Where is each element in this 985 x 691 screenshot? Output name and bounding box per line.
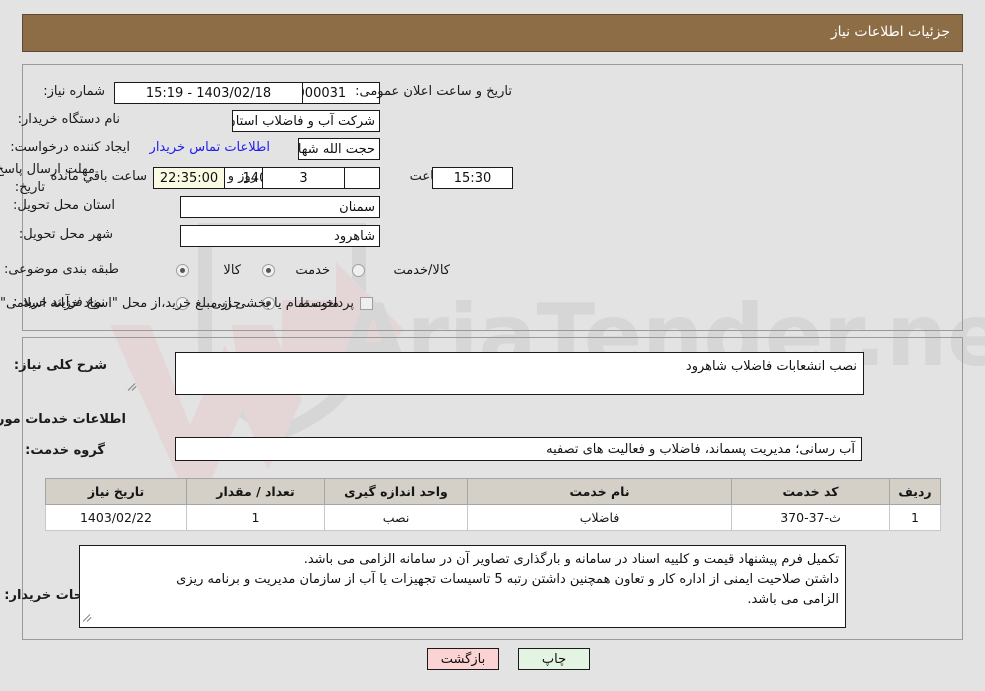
- page-root: AriaTender.net جزئیات اطلاعات نیاز شماره…: [0, 0, 985, 691]
- print-button[interactable]: چاپ: [518, 648, 590, 670]
- buyer-org-label: نام دستگاه خریدار:: [17, 112, 120, 127]
- cell-quantity: 1: [186, 504, 325, 531]
- buyer-notes-line-3: الزامی می باشد.: [747, 592, 839, 608]
- announce-datetime-value: 1403/02/18 - 15:19: [114, 82, 303, 104]
- service-group-label: گروه خدمت:: [25, 443, 105, 458]
- table-row: 1 ث-37-370 فاضلاب نصب 1 1403/02/22: [45, 504, 941, 531]
- treasury-bonds-label: پرداخت تمام یا بخشی از مبلغ خرید،از محل …: [0, 296, 354, 311]
- remaining-time-label: ساعت باقي مانده: [50, 169, 147, 184]
- buyer-notes-line-1: تکمیل فرم پیشنهاد قیمت و کلییه اسناد در …: [303, 552, 839, 567]
- buyer-contact-link[interactable]: اطلاعات تماس خریدار: [150, 140, 270, 155]
- general-desc-label: شرح کلی نیاز:: [13, 358, 107, 373]
- services-table: ردیف کد خدمت نام خدمت واحد اندازه گیری ت…: [45, 478, 941, 531]
- service-group-value: آب رسانی؛ مدیریت پسماند، فاضلاب و فعالیت…: [175, 437, 862, 461]
- category-radio-kala[interactable]: [176, 264, 189, 277]
- announce-datetime-label: تاریخ و ساعت اعلان عمومی:: [355, 84, 512, 99]
- remaining-time-value: 22:35:00: [153, 167, 225, 189]
- city-label: شهر محل تحویل:: [18, 227, 113, 242]
- requester-label: ایجاد کننده درخواست:: [10, 140, 130, 155]
- cell-need-date: 1403/02/22: [45, 504, 187, 531]
- city-value: شاهرود: [180, 225, 380, 247]
- page-header-bar: جزئیات اطلاعات نیاز: [22, 14, 963, 52]
- col-need-date: تاریخ نیاز: [45, 478, 187, 505]
- cell-service-name: فاضلاب: [467, 504, 732, 531]
- services-info-heading: اطلاعات خدمات مورد نیاز: [0, 412, 126, 427]
- category-option-label-kala: کالا: [223, 263, 241, 278]
- category-option-label-kala-khedmat: کالا/خدمت: [393, 263, 450, 278]
- deadline-label-line2: تاریخ:: [14, 180, 45, 195]
- cell-unit: نصب: [324, 504, 468, 531]
- cell-row-no: 1: [889, 504, 941, 531]
- page-title: جزئیات اطلاعات نیاز: [830, 24, 950, 40]
- cell-service-code: ث-37-370: [731, 504, 890, 531]
- need-info-panel: [22, 64, 963, 331]
- remaining-days-value: 3: [262, 167, 345, 189]
- buyer-notes-line-2: داشتن صلاحیت ایمنی از اداره کار و تعاون …: [176, 572, 839, 588]
- col-row-no: ردیف: [889, 478, 941, 505]
- province-value: سمنان: [180, 196, 380, 218]
- col-quantity: تعداد / مقدار: [186, 478, 325, 505]
- category-label: طبقه بندی موضوعی:: [3, 262, 119, 277]
- category-radio-kala-khedmat[interactable]: [352, 264, 365, 277]
- province-label: استان محل تحویل:: [13, 198, 115, 213]
- back-button[interactable]: بازگشت: [427, 648, 499, 670]
- deadline-hour-value: 15:30: [432, 167, 513, 189]
- category-option-label-khedmat: خدمت: [295, 263, 330, 278]
- treasury-bonds-checkbox[interactable]: [360, 297, 373, 310]
- general-desc-value[interactable]: نصب انشعابات فاضلاب شاهرود: [175, 352, 864, 395]
- buyer-org-value: شرکت آب و فاضلاب استان سمنان: [232, 110, 380, 132]
- col-service-code: کد خدمت: [731, 478, 890, 505]
- category-radio-khedmat[interactable]: [262, 264, 275, 277]
- col-unit: واحد اندازه گیری: [324, 478, 468, 505]
- table-header-row: ردیف کد خدمت نام خدمت واحد اندازه گیری ت…: [45, 478, 941, 505]
- need-number-label: شماره نیاز:: [43, 84, 105, 99]
- col-service-name: نام خدمت: [467, 478, 732, 505]
- requester-value: حجت الله شهاب کارشناس قراردادها شرکت آب …: [298, 138, 380, 160]
- buyer-notes-value[interactable]: تکمیل فرم پیشنهاد قیمت و کلییه اسناد در …: [79, 545, 846, 628]
